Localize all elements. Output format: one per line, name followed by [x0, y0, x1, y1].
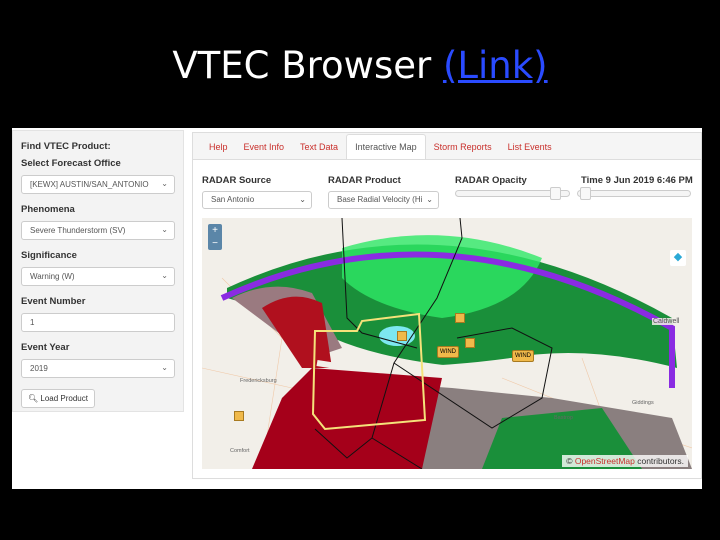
event-number-label: Event Number: [21, 296, 86, 307]
phenomena-select[interactable]: Severe Thunderstorm (SV) ⌄: [21, 221, 175, 240]
tab-interactive-map[interactable]: Interactive Map: [346, 134, 426, 159]
radar-source-value: San Antonio: [211, 195, 255, 204]
significance-value: Warning (W): [30, 272, 75, 281]
slider-handle[interactable]: [580, 187, 592, 200]
chevron-down-icon: ⌄: [161, 363, 168, 372]
place-label: Fredericksburg: [240, 378, 277, 384]
tab-list-events[interactable]: List Events: [500, 135, 560, 159]
tab-help[interactable]: Help: [201, 135, 236, 159]
event-year-value: 2019: [30, 364, 48, 373]
time-slider[interactable]: [577, 187, 691, 200]
event-year-label: Event Year: [21, 342, 70, 353]
tab-storm-reports[interactable]: Storm Reports: [426, 135, 500, 159]
chevron-down-icon: ⌄: [161, 225, 168, 234]
map-attribution: © OpenStreetMap contributors.: [562, 455, 688, 467]
radar-opacity-slider[interactable]: [455, 187, 570, 200]
tab-event-info[interactable]: Event Info: [236, 135, 293, 159]
place-label: Bastrop: [554, 415, 573, 421]
title-text: VTEC Browser: [172, 44, 443, 87]
office-label: Select Forecast Office: [21, 158, 121, 169]
tab-text-data[interactable]: Text Data: [292, 135, 346, 159]
zoom-out-button[interactable]: −: [208, 237, 222, 250]
tree-damage-icon[interactable]: [234, 411, 244, 421]
radar-source-select[interactable]: San Antonio ⌄: [202, 191, 312, 209]
place-label: Caldwell: [652, 318, 681, 325]
search-icon: 🔍︎: [28, 394, 39, 403]
outbound-velocity-south: [252, 368, 442, 469]
event-number-value: 1: [30, 318, 35, 327]
screenshot: Find VTEC Product: Select Forecast Offic…: [12, 128, 702, 489]
link[interactable]: (Link): [443, 44, 548, 87]
vtec-form: Find VTEC Product: Select Forecast Offic…: [12, 130, 184, 412]
place-label: Giddings: [632, 400, 654, 406]
wind-report-icon[interactable]: WIND: [437, 346, 459, 358]
significance-label: Significance: [21, 250, 77, 261]
tree-damage-icon[interactable]: [465, 338, 475, 348]
main-panel: Help Event Info Text Data Interactive Ma…: [192, 132, 702, 479]
place-label: Comfort: [230, 448, 250, 454]
radar-source-label: RADAR Source: [202, 175, 272, 186]
chevron-down-icon: ⌄: [426, 195, 433, 204]
radar-product-select[interactable]: Base Radial Velocity (Hi ⌄: [328, 191, 439, 209]
load-product-button[interactable]: 🔍︎ Load Product: [21, 389, 95, 408]
layers-icon[interactable]: ◆: [670, 250, 686, 266]
office-select[interactable]: [KEWX] AUSTIN/SAN_ANTONIO ⌄: [21, 175, 175, 194]
osm-link[interactable]: OpenStreetMap: [575, 456, 635, 466]
attr-suffix: contributors.: [634, 456, 684, 466]
time-label: Time 9 Jun 2019 6:46 PM: [581, 175, 693, 186]
form-heading: Find VTEC Product:: [21, 141, 111, 152]
slider-handle[interactable]: [549, 187, 561, 200]
significance-select[interactable]: Warning (W) ⌄: [21, 267, 175, 286]
phenomena-value: Severe Thunderstorm (SV): [30, 226, 126, 235]
radar-product-value: Base Radial Velocity (Hi: [337, 195, 423, 204]
zoom-in-button[interactable]: +: [208, 224, 222, 237]
phenomena-label: Phenomena: [21, 204, 75, 215]
outbound-velocity: [262, 296, 332, 368]
chevron-down-icon: ⌄: [161, 271, 168, 280]
office-value: [KEWX] AUSTIN/SAN_ANTONIO: [30, 180, 149, 189]
tree-damage-icon[interactable]: [397, 331, 407, 341]
zoom-control: + −: [208, 224, 222, 250]
tab-bar: Help Event Info Text Data Interactive Ma…: [193, 133, 701, 160]
radar-product-label: RADAR Product: [328, 175, 401, 186]
chevron-down-icon: ⌄: [161, 179, 168, 188]
event-year-select[interactable]: 2019 ⌄: [21, 359, 175, 378]
attr-prefix: ©: [566, 456, 575, 466]
radar-opacity-label: RADAR Opacity: [455, 175, 527, 186]
chevron-down-icon: ⌄: [299, 195, 306, 204]
load-product-label: Load Product: [40, 394, 88, 403]
slide-title: VTEC Browser (Link): [0, 44, 720, 87]
radar-overlay: [202, 218, 692, 469]
wind-report-icon[interactable]: WIND: [512, 350, 534, 362]
event-number-input[interactable]: 1: [21, 313, 175, 332]
radar-map[interactable]: + − ◆ Fredericksburg Giddings Bastrop Cal…: [202, 218, 692, 469]
tree-damage-icon[interactable]: [455, 313, 465, 323]
